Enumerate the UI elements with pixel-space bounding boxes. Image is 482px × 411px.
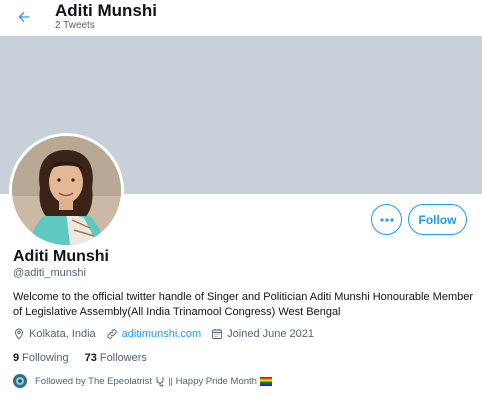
link-icon — [107, 329, 117, 339]
follow-button[interactable]: Follow — [408, 204, 467, 235]
followers-link[interactable]: 73 Followers — [85, 352, 147, 364]
joined-item: Joined June 2021 — [211, 328, 314, 340]
profile-meta: Kolkata, India aditimunshi.com Joined Ju… — [13, 327, 324, 341]
followers-label: Followers — [99, 352, 147, 364]
website-link[interactable]: aditimunshi.com — [122, 328, 201, 340]
rainbow-flag-icon — [259, 376, 272, 386]
follower-avatar-image — [13, 374, 27, 388]
location-item: Kolkata, India — [13, 328, 96, 340]
arrow-left-icon — [18, 11, 30, 23]
joined-text: Joined June 2021 — [227, 328, 314, 340]
calendar-icon — [212, 329, 223, 339]
profile-photo — [12, 136, 121, 245]
following-label: Following — [22, 352, 69, 364]
profile-handle: @aditi_munshi — [13, 267, 86, 279]
profile-stats: 9 Following 73 Followers — [13, 351, 163, 365]
following-count: 9 — [13, 352, 20, 364]
follower-avatar — [13, 374, 27, 388]
followers-count: 73 — [84, 352, 97, 364]
profile-bio: Welcome to the official twitter handle o… — [13, 291, 474, 318]
following-link[interactable]: 9 Following — [13, 352, 69, 364]
more-options-button[interactable] — [371, 204, 402, 235]
more-horizontal-icon — [379, 217, 394, 222]
profile-display-name: Aditi Munshi — [13, 248, 109, 265]
stethoscope-icon — [155, 376, 165, 387]
location-text: Kolkata, India — [29, 328, 96, 340]
followed-by-prefix: Followed by The Epeolatrist — [35, 375, 153, 387]
profile-header: Aditi Munshi 2 Tweets — [0, 0, 482, 36]
followed-by-row[interactable]: Followed by The Epeolatrist || Happy Pri… — [13, 373, 275, 389]
tweet-count: 2 Tweets — [55, 20, 95, 31]
followed-by-suffix: || Happy Pride Month — [168, 375, 257, 387]
location-icon — [15, 328, 23, 340]
profile-avatar[interactable] — [9, 133, 124, 248]
website-item[interactable]: aditimunshi.com — [106, 328, 201, 340]
back-button[interactable] — [10, 3, 38, 31]
header-title: Aditi Munshi — [55, 1, 157, 20]
